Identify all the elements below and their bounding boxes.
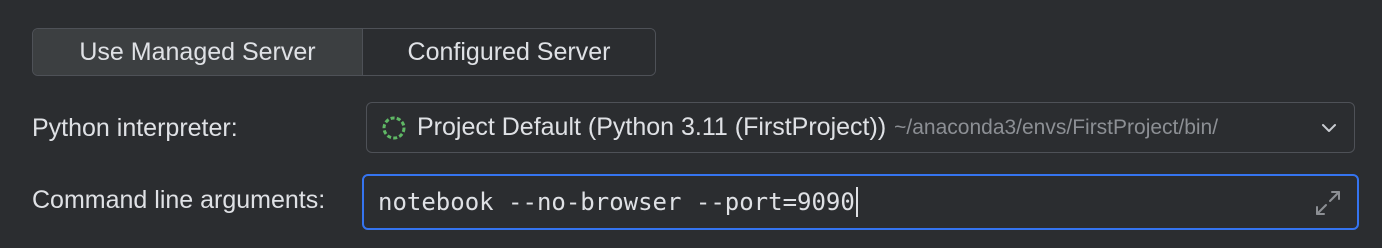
text-caret	[855, 187, 858, 217]
interpreter-name: Project Default (Python 3.11 (FirstProje…	[417, 113, 887, 141]
jupyter-server-settings: Use Managed Server Configured Server Pyt…	[0, 0, 1382, 248]
chevron-down-icon[interactable]	[1320, 119, 1338, 137]
command-line-arguments-input[interactable]: notebook --no-browser --port=9090	[362, 174, 1359, 230]
use-managed-server-button[interactable]: Use Managed Server	[33, 29, 363, 75]
python-env-icon	[382, 116, 406, 139]
interpreter-path: ~/anaconda3/envs/FirstProject/bin/	[894, 115, 1219, 139]
command-line-arguments-label: Command line arguments:	[32, 186, 326, 214]
configured-server-button[interactable]: Configured Server	[363, 29, 655, 75]
server-mode-toggle: Use Managed Server Configured Server	[32, 28, 656, 76]
python-interpreter-label: Python interpreter:	[32, 114, 238, 142]
command-line-arguments-value[interactable]: notebook --no-browser --port=9090	[378, 188, 855, 216]
python-interpreter-dropdown[interactable]: Project Default (Python 3.11 (FirstProje…	[366, 102, 1355, 153]
expand-icon[interactable]	[1313, 188, 1343, 218]
